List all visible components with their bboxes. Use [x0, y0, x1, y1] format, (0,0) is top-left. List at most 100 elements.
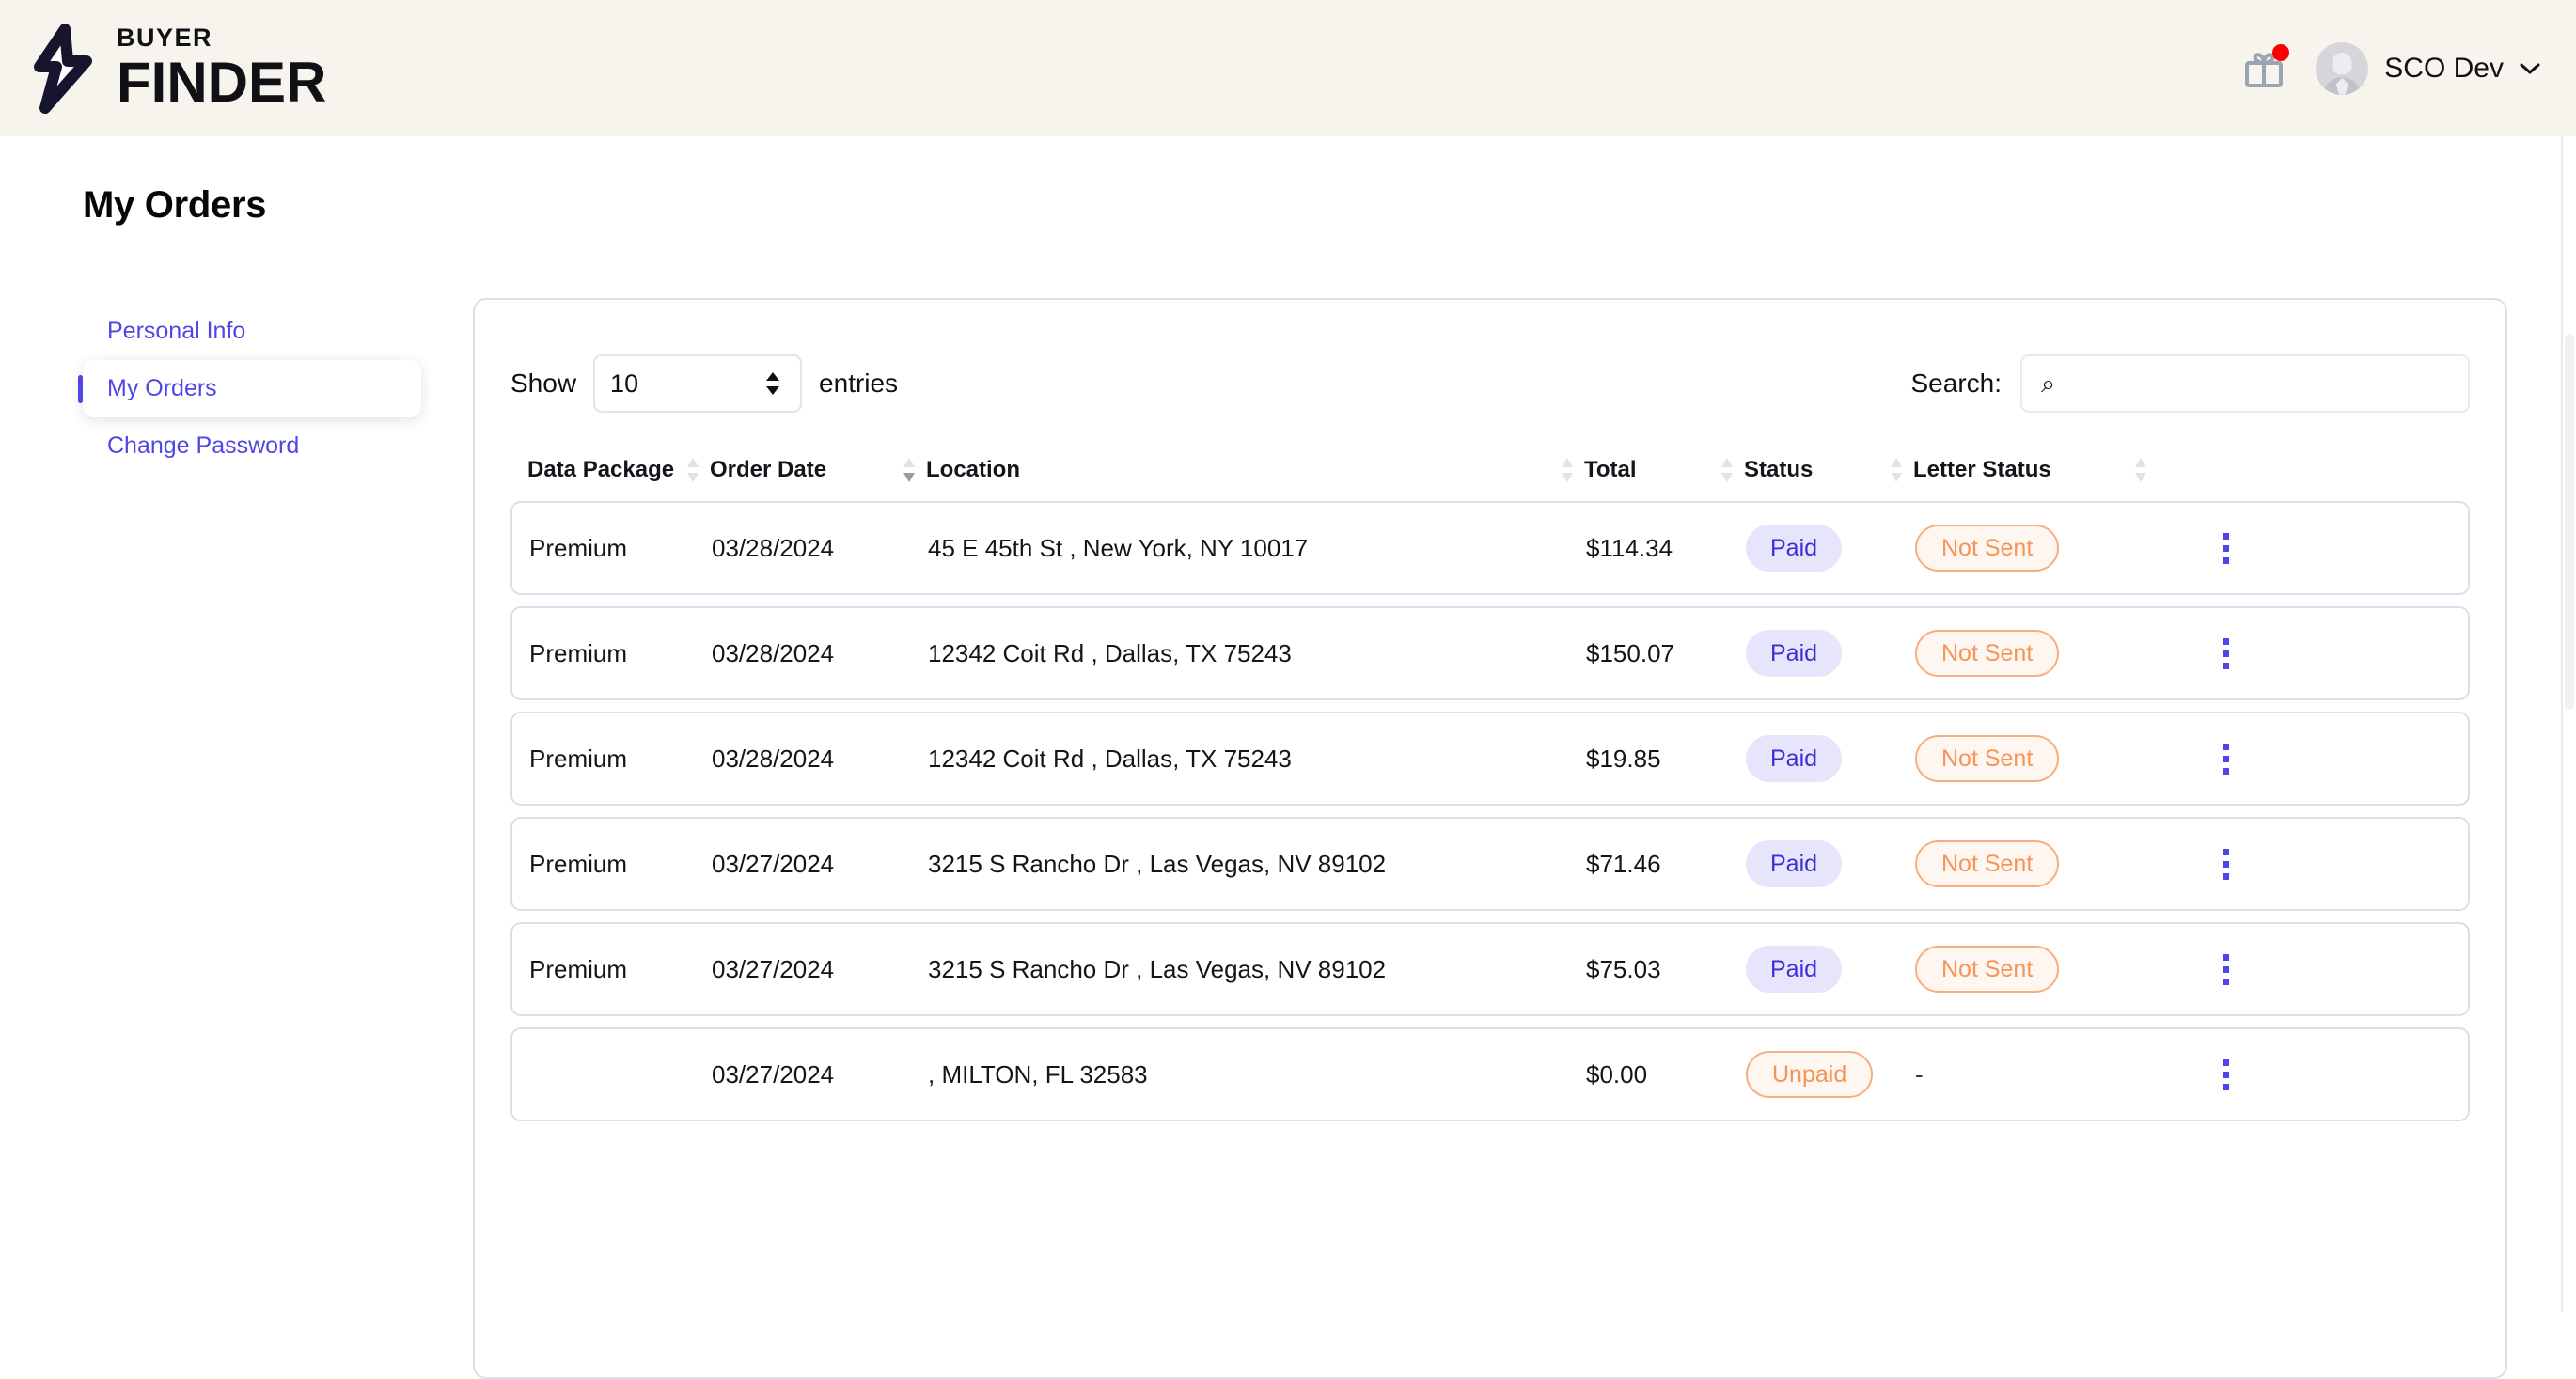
status-badge: Paid — [1746, 946, 1843, 993]
cell-location: 12342 Coit Rd , Dallas, TX 75243 — [928, 638, 1292, 667]
sort-icon — [1562, 458, 1573, 482]
user-menu[interactable]: SCO Dev — [2316, 41, 2540, 95]
entries-label: entries — [819, 368, 899, 398]
sidebar-item-change-password[interactable]: Change Password — [83, 417, 421, 475]
cell-total: $75.03 — [1586, 954, 1661, 983]
letter-status-badge: Not Sent — [1915, 630, 2060, 677]
sort-icon — [2135, 458, 2146, 482]
cell-letter-status: Not Sent — [1915, 525, 2160, 572]
cell-status: Paid — [1746, 630, 1915, 677]
letter-status-badge: Not Sent — [1915, 946, 2060, 993]
cell-actions — [2160, 743, 2291, 775]
cell-actions — [2160, 637, 2291, 669]
column-header-location[interactable]: Location — [926, 456, 1584, 484]
cell-letter-status: Not Sent — [1915, 840, 2160, 887]
cell-status: Paid — [1746, 525, 1915, 572]
gift-button[interactable] — [2242, 43, 2290, 90]
notification-dot — [2272, 43, 2290, 61]
column-header-status[interactable]: Status — [1744, 456, 1913, 484]
status-badge: Paid — [1746, 525, 1843, 572]
avatar — [2316, 41, 2369, 95]
cell-total: $71.46 — [1586, 849, 1661, 878]
row-actions-kebab-icon[interactable] — [2222, 532, 2229, 564]
row-actions-kebab-icon[interactable] — [2222, 953, 2229, 985]
entries-per-page-select[interactable]: 10 25 50 100 — [593, 354, 803, 413]
column-header-data-package[interactable]: Data Package — [510, 456, 710, 484]
cell-total: $0.00 — [1586, 1059, 1648, 1089]
cell-order-date: 03/27/2024 — [712, 1059, 835, 1089]
sort-icon — [1721, 458, 1733, 482]
cell-actions — [2160, 953, 2291, 985]
table-row[interactable]: 03/27/2024 , MILTON, FL 32583 $0.00 Unpaid - — [510, 1027, 2470, 1121]
table-toolbar: Show 10 25 50 100 entries Search: — [510, 300, 2470, 413]
cell-data-package: Premium — [529, 954, 628, 983]
column-header-letter-status[interactable]: Letter Status — [1913, 456, 2158, 484]
status-badge: Paid — [1746, 840, 1843, 887]
sort-icon — [1891, 458, 1902, 482]
cell-order-date: 03/28/2024 — [712, 533, 835, 562]
brand-logo[interactable]: BUYER FINDER — [0, 23, 327, 114]
cell-actions — [2160, 532, 2291, 564]
cell-location: , MILTON, FL 32583 — [928, 1059, 1148, 1089]
cell-location: 3215 S Rancho Dr , Las Vegas, NV 89102 — [928, 849, 1387, 878]
cell-order-date: 03/27/2024 — [712, 954, 835, 983]
row-actions-kebab-icon[interactable] — [2222, 848, 2229, 880]
search-control: Search: — [1910, 354, 2470, 413]
table-row[interactable]: Premium 03/27/2024 3215 S Rancho Dr , Las … — [510, 817, 2470, 911]
cell-letter-status: Not Sent — [1915, 735, 2160, 782]
status-badge: Paid — [1746, 630, 1843, 677]
row-actions-kebab-icon[interactable] — [2222, 743, 2229, 775]
row-actions-kebab-icon[interactable] — [2222, 1058, 2229, 1090]
cell-data-package: Premium — [529, 638, 628, 667]
row-actions-kebab-icon[interactable] — [2222, 637, 2229, 669]
letter-status-empty: - — [1915, 1059, 1924, 1089]
page-title: My Orders — [83, 184, 267, 226]
cell-total: $114.34 — [1586, 533, 1673, 562]
sidebar-item-personal-info[interactable]: Personal Info — [83, 303, 421, 360]
orders-table-card: Show 10 25 50 100 entries Search: — [473, 298, 2507, 1379]
table-header-row: Data Package Order Date Location Total S… — [510, 413, 2470, 499]
cell-status: Paid — [1746, 735, 1915, 782]
cell-status: Unpaid — [1746, 1051, 1915, 1098]
cell-data-package: Premium — [529, 533, 628, 562]
column-header-order-date[interactable]: Order Date — [710, 456, 926, 484]
chevron-down-icon — [2520, 63, 2540, 73]
show-label: Show — [510, 368, 577, 398]
cell-total: $19.85 — [1586, 744, 1661, 773]
cell-letter-status: - — [1915, 1060, 2160, 1089]
cell-actions — [2160, 848, 2291, 880]
cell-location: 12342 Coit Rd , Dallas, TX 75243 — [928, 744, 1292, 773]
cell-order-date: 03/28/2024 — [712, 638, 835, 667]
cell-total: $150.07 — [1586, 638, 1674, 667]
account-sidebar: Personal Info My Orders Change Password — [83, 303, 421, 475]
cell-order-date: 03/28/2024 — [712, 744, 835, 773]
page-scrollbar-thumb[interactable] — [2565, 334, 2574, 710]
letter-status-badge: Not Sent — [1915, 525, 2060, 572]
cell-actions — [2160, 1058, 2291, 1090]
entries-control: Show 10 25 50 100 entries — [510, 354, 898, 413]
cell-status: Paid — [1746, 946, 1915, 993]
cell-location: 45 E 45th St , New York, NY 10017 — [928, 533, 1309, 562]
search-label: Search: — [1910, 368, 2003, 398]
lightning-bolt-icon — [34, 23, 92, 114]
cell-status: Paid — [1746, 840, 1915, 887]
brand-name-bottom: FINDER — [117, 51, 327, 114]
cell-data-package: Premium — [529, 744, 628, 773]
cell-order-date: 03/27/2024 — [712, 849, 835, 878]
table-row[interactable]: Premium 03/27/2024 3215 S Rancho Dr , Las … — [510, 922, 2470, 1016]
search-input[interactable] — [2020, 354, 2470, 413]
status-badge: Paid — [1746, 735, 1843, 782]
table-row[interactable]: Premium 03/28/2024 12342 Coit Rd , Dallas,… — [510, 606, 2470, 700]
letter-status-badge: Not Sent — [1915, 735, 2060, 782]
cell-letter-status: Not Sent — [1915, 630, 2160, 677]
table-row[interactable]: Premium 03/28/2024 45 E 45th St , New York… — [510, 501, 2470, 595]
cell-data-package: Premium — [529, 849, 628, 878]
table-row[interactable]: Premium 03/28/2024 12342 Coit Rd , Dallas,… — [510, 712, 2470, 806]
orders-table-body: Premium 03/28/2024 45 E 45th St , New York… — [510, 501, 2470, 1121]
sidebar-item-my-orders[interactable]: My Orders — [83, 360, 421, 417]
column-header-total[interactable]: Total — [1584, 456, 1744, 484]
brand-name-top: BUYER — [117, 24, 213, 52]
page-scrollbar[interactable] — [2561, 136, 2576, 1312]
username-label: SCO Dev — [2384, 52, 2504, 84]
status-badge: Unpaid — [1746, 1051, 1874, 1098]
